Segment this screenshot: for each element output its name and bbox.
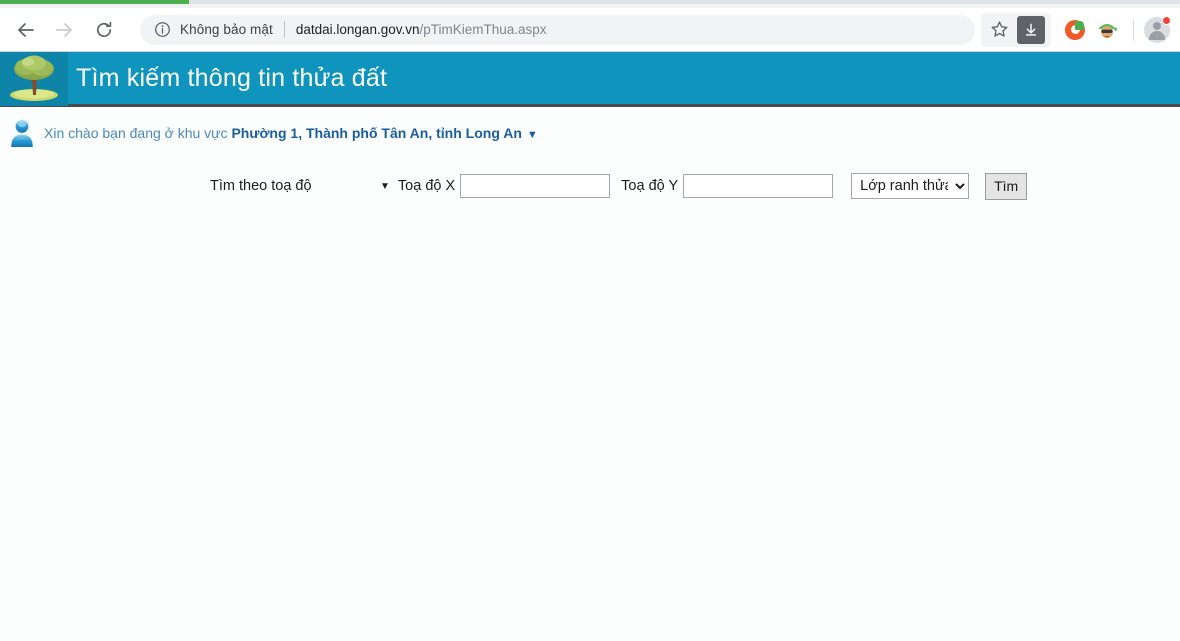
layer-select[interactable]: Lớp ranh thửa [851,173,969,199]
avatar-head [1153,22,1161,30]
adblock-extension-icon[interactable] [1059,14,1091,46]
back-arrow-icon[interactable] [8,12,44,48]
search-mode-select[interactable]: Tìm theo toạ độ [210,173,390,199]
url-text: datdai.longan.gov.vn/pTimKiemThua.aspx [296,22,547,37]
url-path: /pTimKiemThua.aspx [419,22,546,37]
parcel-search-form: Tìm theo toạ độ ▼ Toạ độ X Toạ độ Y Lớp … [0,171,1180,201]
browser-chrome: Không bảo mật datdai.longan.gov.vn/pTimK… [0,0,1180,52]
toolbar-separator [1133,19,1134,41]
page-content: Tìm kiếm thông tin thửa đất Xin chào bạn… [0,52,1180,640]
site-header-banner: Tìm kiếm thông tin thửa đất [0,52,1180,107]
omnibox-divider [284,21,285,38]
profile-avatar-icon[interactable] [1144,17,1170,43]
toolbar-actions [981,13,1180,47]
download-icon[interactable] [1017,16,1045,44]
url-host: datdai.longan.gov.vn [296,22,420,37]
info-circle-icon[interactable] [154,21,171,38]
star-icon[interactable] [983,14,1015,46]
tree-logo-icon [0,52,68,106]
browser-toolbar: Không bảo mật datdai.longan.gov.vn/pTimK… [0,8,1180,51]
bookmark-download-group [981,13,1051,47]
greeting-lead-label: Xin chào bạn đang ở khu vực [44,125,228,141]
search-button[interactable]: Tìm [985,173,1027,200]
security-status-label: Không bảo mật [180,22,273,37]
reload-icon[interactable] [86,12,122,48]
chevron-down-icon[interactable]: ▼ [527,129,538,141]
current-region-label[interactable]: Phường 1, Thành phố Tân An, tỉnh Long An [231,125,521,141]
profile-notification-badge [1162,16,1171,25]
greeting-bar: Xin chào bạn đang ở khu vực Phường 1, Th… [0,107,1180,147]
avatar-body [1149,31,1165,40]
greeting-text: Xin chào bạn đang ở khu vực Phường 1, Th… [44,125,538,141]
coord-y-input[interactable] [683,174,833,198]
address-bar[interactable]: Không bảo mật datdai.longan.gov.vn/pTimK… [140,15,975,45]
user-avatar-icon [8,118,36,148]
forward-arrow-icon [46,12,82,48]
coord-y-label: Toạ độ Y [621,178,678,194]
coord-x-input[interactable] [460,174,610,198]
page-title: Tìm kiếm thông tin thửa đất [76,64,387,93]
coord-x-label: Toạ độ X [398,178,455,194]
character-extension-icon[interactable] [1091,14,1123,46]
